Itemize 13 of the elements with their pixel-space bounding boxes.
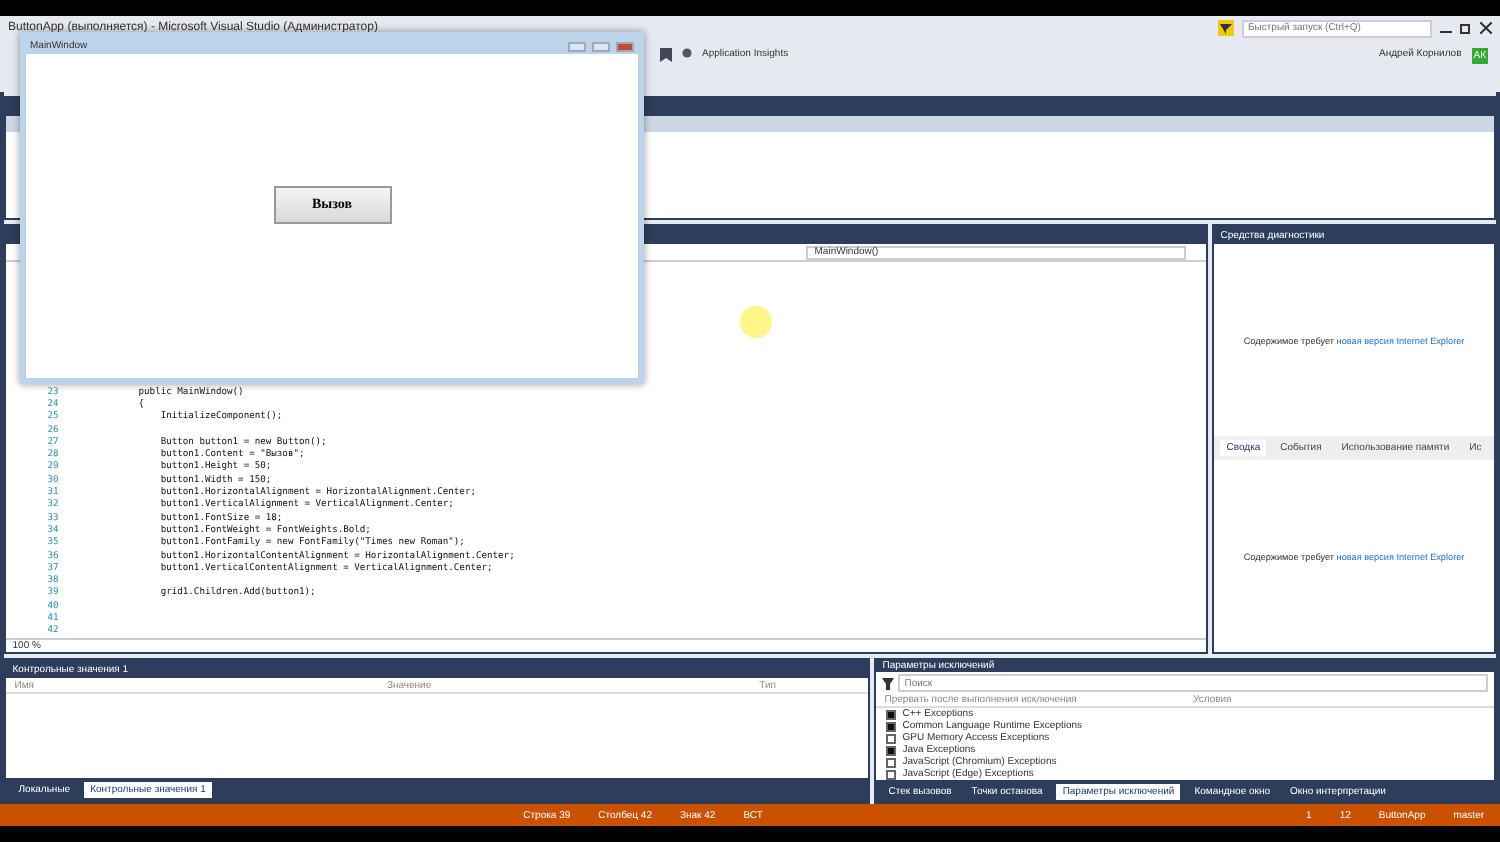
filter-icon[interactable] bbox=[882, 677, 895, 689]
cursor-highlight bbox=[740, 306, 773, 338]
bookmark-icon[interactable] bbox=[660, 48, 672, 62]
checkbox[interactable] bbox=[886, 745, 897, 755]
close-icon[interactable] bbox=[1480, 22, 1492, 34]
checkbox[interactable] bbox=[886, 721, 897, 731]
checkbox[interactable] bbox=[886, 757, 897, 767]
checkbox[interactable] bbox=[886, 733, 897, 743]
restore-icon[interactable] bbox=[1460, 22, 1472, 34]
checkbox[interactable] bbox=[886, 709, 897, 719]
filter-icon[interactable] bbox=[1218, 20, 1234, 36]
checkbox[interactable] bbox=[886, 769, 897, 779]
close-button[interactable] bbox=[616, 41, 634, 51]
